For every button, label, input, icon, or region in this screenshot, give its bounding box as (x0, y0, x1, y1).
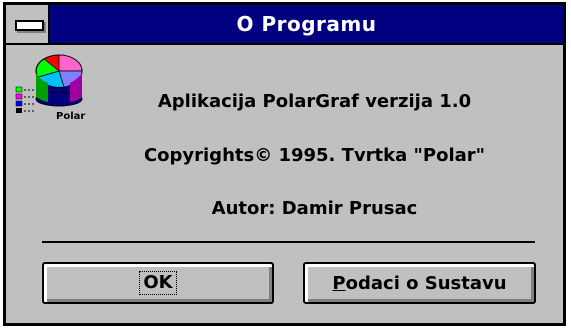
system-info-button[interactable]: Podaci o Sustavu (303, 262, 536, 304)
separator-line (42, 241, 535, 243)
system-menu-icon[interactable] (6, 5, 50, 43)
author-label: Autor: Damir Prusac (211, 198, 418, 219)
title-bar: O Programu (6, 5, 563, 45)
system-info-label: odaci o Sustavu (345, 272, 507, 294)
about-dialog: O Programu Polar Aplikacija PolarGraf ve… (3, 2, 566, 326)
window-title: O Programu (236, 12, 377, 36)
polar-graph-logo-icon: Polar (15, 54, 85, 122)
ok-button-label: OK (139, 271, 177, 295)
copyright-label: Copyrights© 1995. Tvrtka "Polar" (143, 145, 486, 166)
logo-caption: Polar (56, 111, 85, 122)
dialog-content: Polar Aplikacija PolarGraf verzija 1.0 C… (6, 45, 563, 323)
app-version-label: Aplikacija PolarGraf verzija 1.0 (157, 91, 472, 112)
system-info-mnemonic: P (332, 272, 346, 294)
ok-button[interactable]: OK (42, 262, 274, 304)
system-menu-bar (15, 20, 44, 31)
